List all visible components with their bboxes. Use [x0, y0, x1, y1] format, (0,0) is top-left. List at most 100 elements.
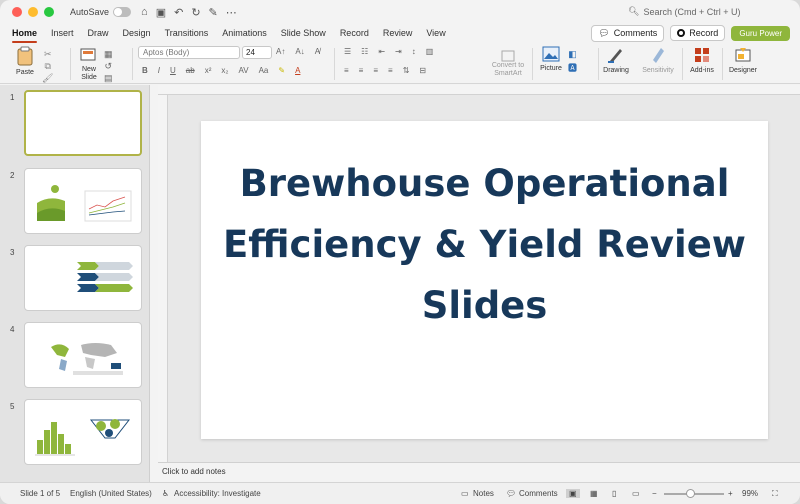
designer-button[interactable]: Designer: [726, 46, 760, 74]
strikethrough-icon[interactable]: ab: [186, 66, 195, 75]
tab-animations[interactable]: Animations: [222, 26, 267, 40]
reset-icon[interactable]: ↺: [104, 60, 113, 72]
notes-toggle[interactable]: Notes: [473, 489, 494, 498]
shapes-icon[interactable]: ◧: [568, 47, 577, 61]
format-brush-icon[interactable]: 🖌︎: [42, 72, 53, 84]
picture-button[interactable]: Picture: [538, 46, 564, 72]
highlight-icon[interactable]: ✎: [278, 66, 285, 75]
grow-font-icon[interactable]: A↑: [276, 47, 285, 56]
increase-indent-icon[interactable]: ⇥: [395, 47, 402, 56]
bold-icon[interactable]: B: [142, 66, 148, 75]
tab-draw[interactable]: Draw: [88, 26, 109, 40]
copy-icon[interactable]: ⧉: [42, 60, 53, 72]
subscript-icon[interactable]: x₂: [221, 66, 228, 75]
sensitivity-label: Sensitivity: [642, 67, 674, 74]
slide-thumbnail-5[interactable]: [24, 399, 142, 465]
ribbon-divider: [132, 48, 133, 80]
font-style-tools: B I U ab x² x₂ AV Aa ✎ A: [142, 66, 300, 75]
zoom-out-icon[interactable]: −: [652, 489, 657, 498]
format-painter-icon[interactable]: ✎: [209, 6, 218, 19]
font-name-select[interactable]: Aptos (Body): [138, 46, 240, 59]
current-slide[interactable]: Brewhouse Operational Efficiency & Yield…: [201, 121, 768, 439]
tab-home[interactable]: Home: [12, 26, 38, 43]
tab-insert[interactable]: Insert: [51, 26, 74, 40]
numbering-icon[interactable]: ☷: [361, 47, 368, 56]
tab-view[interactable]: View: [426, 26, 445, 40]
justify-icon[interactable]: ≡: [388, 66, 393, 75]
font-size-select[interactable]: 24: [242, 46, 272, 59]
align-right-icon[interactable]: ≡: [373, 66, 378, 75]
layout-icon[interactable]: ▦: [104, 48, 113, 60]
fit-to-window-icon[interactable]: ⛶: [772, 489, 778, 499]
record-button[interactable]: Record: [670, 25, 726, 41]
section-icon[interactable]: ▤: [104, 72, 113, 84]
normal-view-icon[interactable]: ▣: [566, 489, 580, 498]
decrease-indent-icon[interactable]: ⇤: [378, 47, 385, 56]
language-status[interactable]: English (United States): [70, 489, 152, 498]
convert-smartart-button[interactable]: Convert to SmartArt: [488, 50, 528, 78]
italic-icon[interactable]: I: [158, 66, 160, 75]
slide-thumbnail-4[interactable]: [24, 322, 142, 388]
change-case-icon[interactable]: Aa: [259, 66, 269, 75]
sensitivity-icon: [653, 48, 664, 63]
slide-thumbnail-panel[interactable]: 1 2 3 4 5: [0, 85, 150, 482]
columns-icon[interactable]: ▥: [426, 47, 434, 56]
record-icon: [677, 29, 686, 37]
slide-sorter-icon[interactable]: ▦: [590, 489, 598, 498]
comments-icon: 💬︎: [506, 489, 517, 498]
zoom-level[interactable]: 99%: [742, 489, 758, 498]
new-slide-button[interactable]: New Slide: [76, 46, 102, 82]
bullets-icon[interactable]: ☰: [344, 47, 351, 56]
zoom-slider-knob[interactable]: [686, 489, 695, 498]
paste-button[interactable]: Paste: [10, 46, 40, 76]
drawing-button[interactable]: Drawing: [602, 46, 630, 74]
superscript-icon[interactable]: x²: [205, 66, 212, 75]
text-direction-icon[interactable]: ⇅: [403, 66, 410, 75]
slide-editing-area[interactable]: Brewhouse Operational Efficiency & Yield…: [158, 85, 800, 462]
save-icon[interactable]: ▣: [156, 6, 166, 19]
add-ins-button[interactable]: Add-ins: [688, 46, 716, 74]
tab-review[interactable]: Review: [383, 26, 413, 40]
powerpoint-window: AutoSave ⌂ ▣ ↶ ↻ ✎ ⋯ 🔍︎ Search (Cmd + Ct…: [0, 0, 800, 504]
char-spacing-icon[interactable]: AV: [238, 66, 248, 75]
accessibility-status[interactable]: Accessibility: Investigate: [174, 489, 261, 498]
search-box[interactable]: 🔍︎ Search (Cmd + Ctrl + U): [628, 6, 740, 17]
shrink-font-icon[interactable]: A↓: [295, 47, 304, 56]
guru-power-button[interactable]: Guru Power: [731, 25, 790, 41]
align-left-icon[interactable]: ≡: [344, 66, 349, 75]
underline-icon[interactable]: U: [170, 66, 176, 75]
zoom-window-button[interactable]: [44, 7, 54, 17]
clear-format-icon[interactable]: A̸: [315, 47, 320, 56]
comments-toggle[interactable]: Comments: [519, 489, 558, 498]
slideshow-icon[interactable]: ▭: [632, 489, 640, 498]
zoom-in-icon[interactable]: +: [728, 489, 733, 498]
cut-icon[interactable]: ✂: [42, 48, 53, 60]
search-icon: 🔍︎: [628, 6, 640, 16]
align-text-icon[interactable]: ⊟: [419, 66, 426, 75]
undo-icon[interactable]: ↶: [174, 6, 183, 19]
slide-thumbnail-1[interactable]: [24, 90, 142, 156]
tab-slide-show[interactable]: Slide Show: [281, 26, 326, 40]
autosave-toggle[interactable]: [113, 7, 132, 17]
line-spacing-icon[interactable]: ↕: [412, 47, 416, 56]
autosave-control[interactable]: AutoSave: [70, 7, 132, 17]
textbox-icon[interactable]: 🅰︎: [568, 61, 577, 75]
redo-icon[interactable]: ↻: [191, 6, 200, 19]
minimize-window-button[interactable]: [28, 7, 38, 17]
more-icon[interactable]: ⋯: [226, 6, 237, 19]
reading-view-icon[interactable]: ▯: [612, 489, 616, 498]
slide-title-text[interactable]: Brewhouse Operational Efficiency & Yield…: [201, 153, 768, 336]
comments-button[interactable]: 💬︎ Comments: [591, 24, 665, 42]
sensitivity-button[interactable]: Sensitivity: [640, 46, 676, 74]
font-color-icon[interactable]: A: [295, 66, 300, 75]
tab-transitions[interactable]: Transitions: [165, 26, 209, 40]
align-center-icon[interactable]: ≡: [359, 66, 364, 75]
notes-pane[interactable]: Click to add notes: [158, 462, 800, 482]
tab-record[interactable]: Record: [340, 26, 369, 40]
slide-thumbnail-3[interactable]: [24, 245, 142, 311]
close-window-button[interactable]: [12, 7, 22, 17]
tab-design[interactable]: Design: [123, 26, 151, 40]
accessibility-icon: ♿︎: [162, 489, 170, 498]
slide-thumbnail-2[interactable]: [24, 168, 142, 234]
home-icon[interactable]: ⌂: [141, 6, 148, 19]
